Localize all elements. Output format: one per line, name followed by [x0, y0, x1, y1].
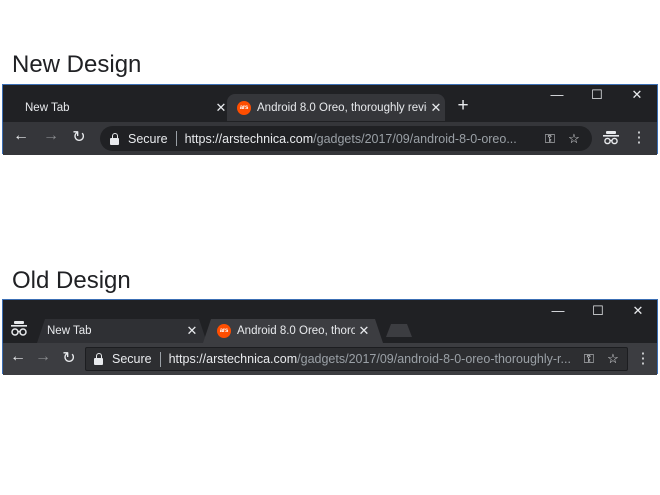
toolbar: ← → ↻ Secure https://arstechnica.com/gad…	[3, 343, 657, 375]
tab-android-oreo[interactable]: ars Android 8.0 Oreo, thorou ✕	[203, 319, 383, 343]
incognito-icon	[11, 321, 27, 336]
reload-icon[interactable]: ↻	[69, 127, 89, 147]
url-text[interactable]: https://arstechnica.com/gadgets/2017/09/…	[185, 132, 538, 146]
forward-icon[interactable]: →	[33, 348, 53, 366]
tab-new-tab[interactable]: New Tab ✕	[15, 94, 230, 121]
tab-label: Android 8.0 Oreo, thorou	[237, 325, 355, 337]
key-icon[interactable]: ⚿	[577, 351, 601, 367]
tab-label: Android 8.0 Oreo, thoroughly reviewed	[257, 101, 427, 114]
back-icon[interactable]: ←	[8, 348, 28, 366]
tab-label: New Tab	[47, 325, 92, 337]
tab-label: New Tab	[25, 101, 70, 114]
url-path: /gadgets/2017/09/android-8-0-oreo...	[313, 131, 517, 146]
close-window-icon[interactable]: ✕	[625, 87, 649, 103]
back-icon[interactable]: ←	[11, 127, 31, 145]
minimize-icon[interactable]: —	[545, 87, 569, 102]
maximize-icon[interactable]: ☐	[585, 87, 609, 103]
security-label: Secure	[112, 352, 152, 366]
minimize-icon[interactable]: —	[546, 303, 570, 318]
ars-favicon-icon: ars	[237, 100, 251, 115]
incognito-icon[interactable]	[603, 131, 619, 145]
star-icon[interactable]: ☆	[601, 351, 625, 367]
lock-icon	[94, 353, 104, 365]
toolbar: ← → ↻ Secure https://arstechnica.com/gad…	[3, 122, 657, 155]
close-tab-icon[interactable]: ✕	[427, 100, 445, 116]
new-design-browser: New Tab ✕ ars Android 8.0 Oreo, thorough…	[2, 84, 658, 155]
omnibox[interactable]: Secure https://arstechnica.com/gadgets/2…	[85, 347, 628, 371]
old-design-title: Old Design	[12, 267, 131, 294]
tab-android-oreo[interactable]: ars Android 8.0 Oreo, thoroughly reviewe…	[227, 94, 445, 121]
menu-icon[interactable]: ⋮	[633, 349, 653, 367]
star-icon[interactable]: ☆	[562, 131, 586, 147]
url-host: https://arstechnica.com	[184, 131, 314, 146]
tab-new-tab[interactable]: New Tab ✕	[37, 319, 207, 343]
new-tab-button[interactable]	[386, 324, 412, 337]
maximize-icon[interactable]: ☐	[586, 303, 610, 319]
url-text[interactable]: https://arstechnica.com/gadgets/2017/09/…	[169, 352, 577, 366]
close-tab-icon[interactable]: ✕	[183, 323, 201, 339]
ars-favicon-icon: ars	[217, 324, 231, 338]
url-host: https://arstechnica.com	[168, 352, 298, 366]
lock-icon	[110, 132, 120, 145]
security-label: Secure	[128, 131, 168, 146]
close-window-icon[interactable]: ✕	[626, 303, 650, 319]
key-icon[interactable]: ⚿	[538, 131, 562, 147]
menu-icon[interactable]: ⋮	[629, 128, 649, 146]
divider	[159, 351, 161, 367]
url-path: /gadgets/2017/09/android-8-0-oreo-thorou…	[297, 352, 571, 366]
old-design-browser: New Tab ✕ ars Android 8.0 Oreo, thorou ✕…	[2, 299, 658, 375]
reload-icon[interactable]: ↻	[59, 348, 79, 368]
new-tab-button[interactable]: +	[454, 95, 472, 117]
omnibox[interactable]: Secure https://arstechnica.com/gadgets/2…	[100, 126, 592, 151]
divider	[175, 131, 177, 146]
new-design-title: New Design	[12, 51, 142, 78]
forward-icon[interactable]: →	[41, 127, 61, 145]
close-tab-icon[interactable]: ✕	[355, 323, 373, 339]
